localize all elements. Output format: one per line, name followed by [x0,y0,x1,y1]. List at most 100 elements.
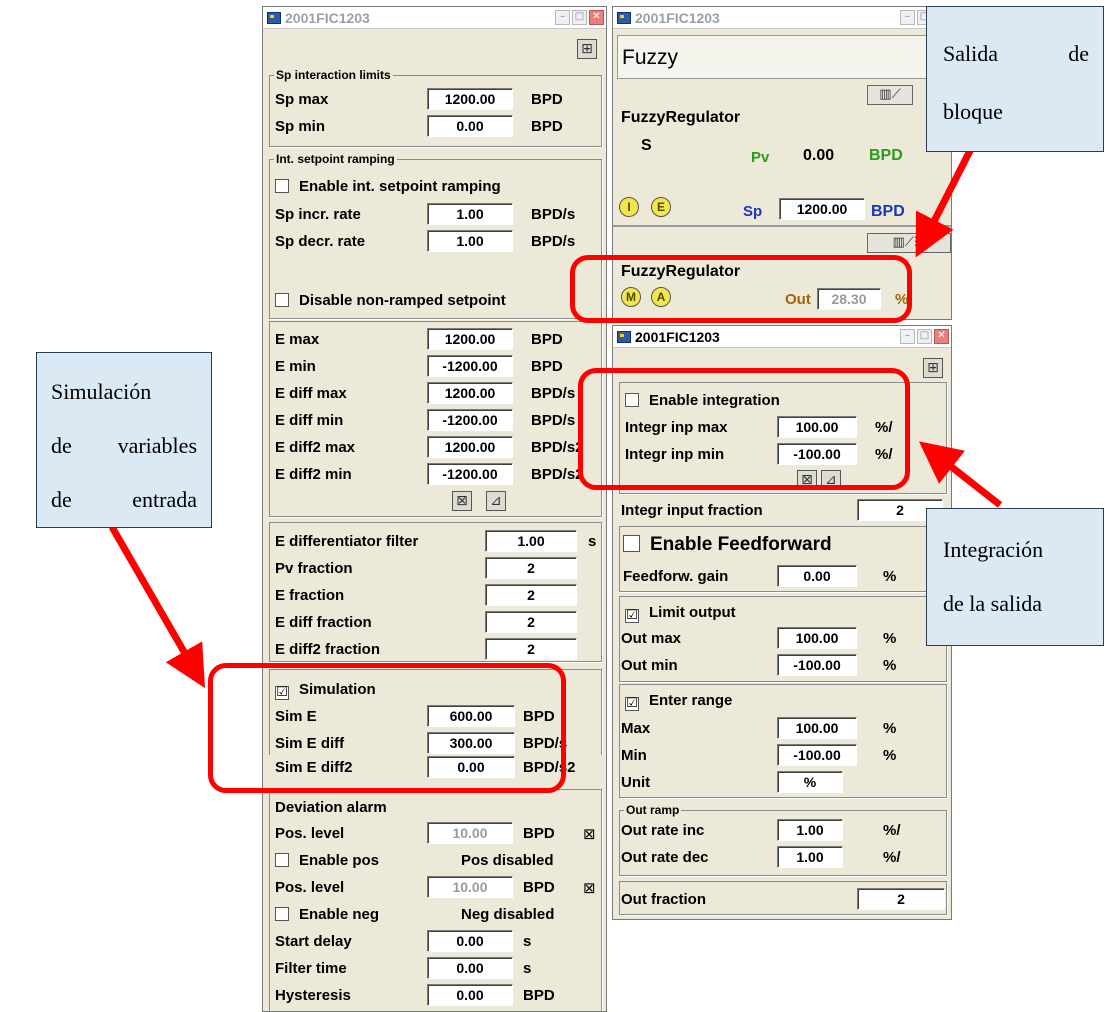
callout-text: Integración [943,537,1044,562]
callout-salida: Salida de bloque [926,6,1104,152]
close-button[interactable]: ✕ [589,10,604,25]
out-min-field[interactable]: -100.00 [777,654,857,676]
pv-fraction-field[interactable]: 2 [485,557,577,579]
window-titlebar[interactable]: 2001FIC1203 – □ ✕ [613,7,951,29]
unit-label: % [883,747,897,764]
disable-ramped-checkbox[interactable] [275,293,289,307]
output-highlight [570,255,912,323]
decr-rate-field[interactable]: 1.00 [427,230,513,252]
window-titlebar[interactable]: 2001FIC1203 – □ ✕ [613,326,951,348]
limit-checkbox[interactable]: ☑ [625,609,639,623]
sp-field[interactable]: 1200.00 [779,198,865,220]
e-limit-field[interactable]: 1200.00 [427,436,513,458]
maximize-button[interactable]: □ [572,10,587,25]
simulation-highlight [208,663,566,793]
hysteresis-label: Hysteresis [275,987,351,1004]
ediff2-fraction-field[interactable]: 2 [485,638,577,660]
minimize-button[interactable]: – [555,10,570,25]
unit-label: BPD [523,879,555,896]
unit-label: BPD [531,118,563,135]
unit-label: BPD [531,91,563,108]
filter-field[interactable]: 1.00 [485,530,577,552]
unit-label: %/ [883,849,901,866]
range-min-field[interactable]: -100.00 [777,744,857,766]
callout-text: bloque [943,99,1003,124]
ack-icon[interactable]: ⊠ [583,879,596,897]
minimize-button[interactable]: – [900,10,915,25]
pos-level-field[interactable]: 10.00 [427,822,513,844]
unit-label: % [883,720,897,737]
incr-rate-field[interactable]: 1.00 [427,203,513,225]
rate-inc-label: Out rate inc [621,822,705,839]
sp-min-field[interactable]: 0.00 [427,115,513,137]
checkbox-label: Enable neg [299,906,380,923]
sp-max-label: Sp max [275,91,329,108]
out-fraction-field[interactable]: 2 [857,888,945,910]
e-limit-field[interactable]: -1200.00 [427,463,513,485]
hysteresis-field[interactable]: 0.00 [427,984,513,1006]
start-delay-field[interactable]: 0.00 [427,930,513,952]
out-max-field[interactable]: 100.00 [777,627,857,649]
grid-view-icon[interactable]: ⊞ [923,358,943,378]
group-title: Int. setpoint ramping [274,152,397,166]
block-name: FuzzyRegulator [621,109,741,126]
range-unit-field[interactable]: % [777,771,843,793]
sp-min-label: Sp min [275,118,326,135]
group-title: Sp interaction limits [274,68,393,82]
close-button[interactable]: ✕ [934,329,949,344]
range-checkbox[interactable]: ☑ [625,697,639,711]
checkbox-label: Limit output [649,604,736,621]
app-icon [267,11,281,24]
e-fraction-field[interactable]: 2 [485,584,577,606]
checkbox-label: Enable Feedforward [650,534,832,555]
window-title: 2001FIC1203 [635,328,720,345]
ack-icon[interactable]: ⊠ [583,825,596,843]
trend-tool-icon[interactable]: ⊿ [486,491,506,511]
rate-inc-field[interactable]: 1.00 [777,819,843,841]
callout-text: de [51,487,72,512]
unit-label: s [588,533,597,550]
unit-label: % [883,568,897,585]
unit-label: BPD [531,331,563,348]
unit-label: BPD/s [531,385,576,402]
chart-tool-icon[interactable]: ⊠ [452,491,472,511]
info-icon[interactable]: I [619,197,639,217]
sp-max-field[interactable]: 1200.00 [427,88,513,110]
pos-level2-field[interactable]: 10.00 [427,876,513,898]
feedforward-checkbox[interactable] [623,535,640,552]
e-limit-field[interactable]: -1200.00 [427,355,513,377]
unit-label: %/ [883,822,901,839]
minimize-button[interactable]: – [900,329,915,344]
trend-icon[interactable]: ▥⟋ [867,85,913,105]
ediff-fraction-field[interactable]: 2 [485,611,577,633]
window-title: 2001FIC1203 [285,9,370,26]
filter-time-label: Filter time [275,960,347,977]
enable-pos-checkbox[interactable] [275,853,289,867]
unit-label: BPD/s2 [531,439,584,456]
maximize-button[interactable]: □ [917,329,932,344]
ff-gain-field[interactable]: 0.00 [777,565,857,587]
ramping-checkbox[interactable] [275,179,289,193]
start-delay-label: Start delay [275,933,352,950]
e-limit-field[interactable]: 1200.00 [427,328,513,350]
block-divider [613,225,951,227]
unit-label: BPD [523,987,555,1004]
e-limit-field[interactable]: -1200.00 [427,409,513,431]
unit-label: BPD/s [531,206,576,223]
rate-dec-field[interactable]: 1.00 [777,846,843,868]
e-limit-label: E diff max [275,385,347,402]
callout-text: entrada [132,487,197,512]
group-title: Out ramp [624,803,682,817]
app-icon [617,330,631,343]
range-max-field[interactable]: 100.00 [777,717,857,739]
pos-level2-label: Pos. level [275,879,345,896]
grid-view-icon[interactable]: ⊞ [577,39,597,59]
trend-icons[interactable]: ▥⟋☷ [867,233,951,253]
enable-neg-checkbox[interactable] [275,907,289,921]
e-limit-field[interactable]: 1200.00 [427,382,513,404]
callout-text: de la salida [943,591,1042,616]
window-titlebar[interactable]: 2001FIC1203 – □ ✕ [263,7,606,29]
event-icon[interactable]: E [651,197,671,217]
checkbox-label: Enable int. setpoint ramping [299,178,501,195]
filter-time-field[interactable]: 0.00 [427,957,513,979]
